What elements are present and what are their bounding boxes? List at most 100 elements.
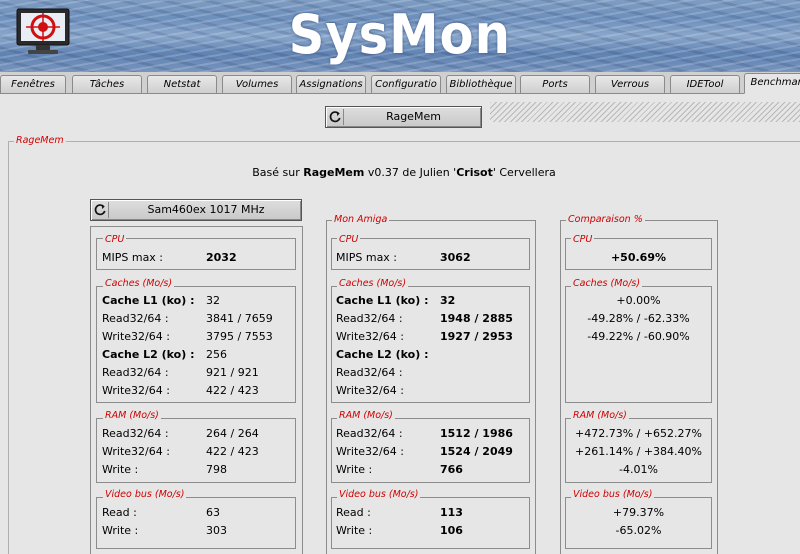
mine-l1-value: 32 bbox=[440, 294, 456, 307]
tab-assignations[interactable]: Assignations bbox=[296, 75, 366, 93]
reference-mips-label: MIPS max : bbox=[102, 251, 164, 264]
reference-video-write-label: Write : bbox=[102, 524, 139, 537]
reference-video-read-label: Read : bbox=[102, 506, 137, 519]
reference-video-box bbox=[96, 497, 296, 549]
mine-mips-label: MIPS max : bbox=[336, 251, 398, 264]
comparison-video-title: Video bus (Mo/s) bbox=[571, 489, 655, 500]
reference-l2-write-value: 422 / 423 bbox=[206, 384, 259, 397]
comparison-caches-title: Caches (Mo/s) bbox=[571, 278, 643, 289]
refresh-icon bbox=[329, 109, 344, 125]
reference-ram-read-value: 264 / 264 bbox=[206, 427, 259, 440]
tab-fenetres[interactable]: Fenêtres bbox=[0, 75, 66, 93]
reference-l2-write-label: Write32/64 : bbox=[102, 384, 170, 397]
reference-cpu-title: CPU bbox=[103, 234, 127, 245]
comparison-ram-title: RAM (Mo/s) bbox=[571, 410, 629, 421]
tab-configuration[interactable]: Configuratio bbox=[371, 75, 441, 93]
ragemem-group-title: RageMem bbox=[14, 135, 66, 146]
reference-l1-write-value: 3795 / 7553 bbox=[206, 330, 273, 343]
reference-l1-read-value: 3841 / 7659 bbox=[206, 312, 273, 325]
reference-l1-read-label: Read32/64 : bbox=[102, 312, 169, 325]
reference-ram-write-simple-label: Write : bbox=[102, 463, 139, 476]
mine-video-read-label: Read : bbox=[336, 506, 371, 519]
reference-mips-value: 2032 bbox=[206, 251, 237, 264]
header-banner: SysMon bbox=[0, 0, 800, 72]
comparison-ram-read-value: +472.73% / +652.27% bbox=[574, 427, 702, 440]
comparison-title: Comparaison % bbox=[566, 214, 645, 225]
comparison-l1-read-value: -49.28% / -62.33% bbox=[587, 312, 690, 325]
mine-cpu-title: CPU bbox=[337, 234, 361, 245]
reference-ram-write-simple-value: 798 bbox=[206, 463, 227, 476]
reference-ram-write-value: 422 / 423 bbox=[206, 445, 259, 458]
ragemem-button-label: RageMem bbox=[386, 110, 441, 123]
tab-taches[interactable]: Tâches bbox=[72, 75, 142, 93]
mine-video-box bbox=[331, 497, 530, 549]
mine-ram-write-simple-label: Write : bbox=[336, 463, 373, 476]
reference-ram-write-label: Write32/64 : bbox=[102, 445, 170, 458]
mine-ram-read-value: 1512 / 1986 bbox=[440, 427, 513, 440]
mine-ram-title: RAM (Mo/s) bbox=[337, 410, 395, 421]
mine-ram-write-simple-value: 766 bbox=[440, 463, 463, 476]
reference-video-write-value: 303 bbox=[206, 524, 227, 537]
mine-video-write-value: 106 bbox=[440, 524, 463, 537]
mine-ram-write-label: Write32/64 : bbox=[336, 445, 404, 458]
mine-l1-read-value: 1948 / 2885 bbox=[440, 312, 513, 325]
comparison-l1-value: +0.00% bbox=[616, 294, 661, 307]
reference-video-read-value: 63 bbox=[206, 506, 220, 519]
comparison-video-read-value: +79.37% bbox=[612, 506, 665, 519]
comparison-ram-write-value: +261.14% / +384.40% bbox=[574, 445, 702, 458]
tab-netstat[interactable]: Netstat bbox=[147, 75, 217, 93]
mine-l1-read-label: Read32/64 : bbox=[336, 312, 403, 325]
credits-name: RageMem bbox=[303, 166, 365, 179]
mine-l1-write-label: Write32/64 : bbox=[336, 330, 404, 343]
reference-ram-title: RAM (Mo/s) bbox=[103, 410, 161, 421]
app-title: SysMon bbox=[288, 3, 512, 66]
credits-suffix: ' Cervellera bbox=[492, 166, 556, 179]
ragemem-button[interactable]: RageMem bbox=[325, 106, 482, 128]
mine-l2-read-label: Read32/64 : bbox=[336, 366, 403, 379]
toolbar: RageMem bbox=[0, 94, 800, 134]
mine-ram-read-label: Read32/64 : bbox=[336, 427, 403, 440]
machine-select-label: Sam460ex 1017 MHz bbox=[147, 203, 265, 216]
reference-l2-value: 256 bbox=[206, 348, 227, 361]
tab-benchmark[interactable]: Benchmark bbox=[744, 73, 800, 94]
reference-l2-read-value: 921 / 921 bbox=[206, 366, 259, 379]
reference-l1-write-label: Write32/64 : bbox=[102, 330, 170, 343]
reference-caches-title: Caches (Mo/s) bbox=[103, 278, 175, 289]
tab-bar: Fenêtres Tâches Netstat Volumes Assignat… bbox=[0, 72, 800, 94]
my-amiga-title: Mon Amiga bbox=[332, 214, 390, 225]
mine-l2-label: Cache L2 (ko) : bbox=[336, 348, 429, 361]
comparison-video-write-value: -65.02% bbox=[615, 524, 662, 537]
comparison-l1-write-value: -49.22% / -60.90% bbox=[587, 330, 690, 343]
mine-l1-label: Cache L1 (ko) : bbox=[336, 294, 429, 307]
reference-l1-label: Cache L1 (ko) : bbox=[102, 294, 195, 307]
credits-mid: v0.37 de Julien ' bbox=[364, 166, 457, 179]
mine-video-write-label: Write : bbox=[336, 524, 373, 537]
tab-bibliotheque[interactable]: Bibliothèque bbox=[446, 75, 516, 93]
credits-prefix: Basé sur bbox=[252, 166, 304, 179]
machine-select-button[interactable]: Sam460ex 1017 MHz bbox=[90, 199, 302, 221]
tab-verrous[interactable]: Verrous bbox=[595, 75, 665, 93]
mine-caches-title: Caches (Mo/s) bbox=[337, 278, 409, 289]
reference-l2-label: Cache L2 (ko) : bbox=[102, 348, 195, 361]
credits-line: Basé sur RageMem v0.37 de Julien 'Crisot… bbox=[8, 166, 800, 179]
tab-ports[interactable]: Ports bbox=[520, 75, 590, 93]
mine-ram-write-value: 1524 / 2049 bbox=[440, 445, 513, 458]
mine-l2-write-label: Write32/64 : bbox=[336, 384, 404, 397]
mine-l1-write-value: 1927 / 2953 bbox=[440, 330, 513, 343]
reference-l2-read-label: Read32/64 : bbox=[102, 366, 169, 379]
credits-nick: Crisot bbox=[456, 166, 493, 179]
refresh-icon bbox=[94, 202, 109, 218]
reference-ram-read-label: Read32/64 : bbox=[102, 427, 169, 440]
comparison-video-box bbox=[565, 497, 712, 549]
comparison-ram-write-simple-value: -4.01% bbox=[619, 463, 658, 476]
mine-video-title: Video bus (Mo/s) bbox=[337, 489, 421, 500]
comparison-cpu-value: +50.69% bbox=[610, 251, 667, 264]
tab-volumes[interactable]: Volumes bbox=[222, 75, 292, 93]
tab-idetool[interactable]: IDETool bbox=[670, 75, 740, 93]
toolbar-drag-area bbox=[490, 102, 800, 122]
reference-l1-value: 32 bbox=[206, 294, 220, 307]
mine-mips-value: 3062 bbox=[440, 251, 471, 264]
mine-video-read-value: 113 bbox=[440, 506, 463, 519]
reference-video-title: Video bus (Mo/s) bbox=[103, 489, 187, 500]
comparison-cpu-title: CPU bbox=[571, 234, 595, 245]
